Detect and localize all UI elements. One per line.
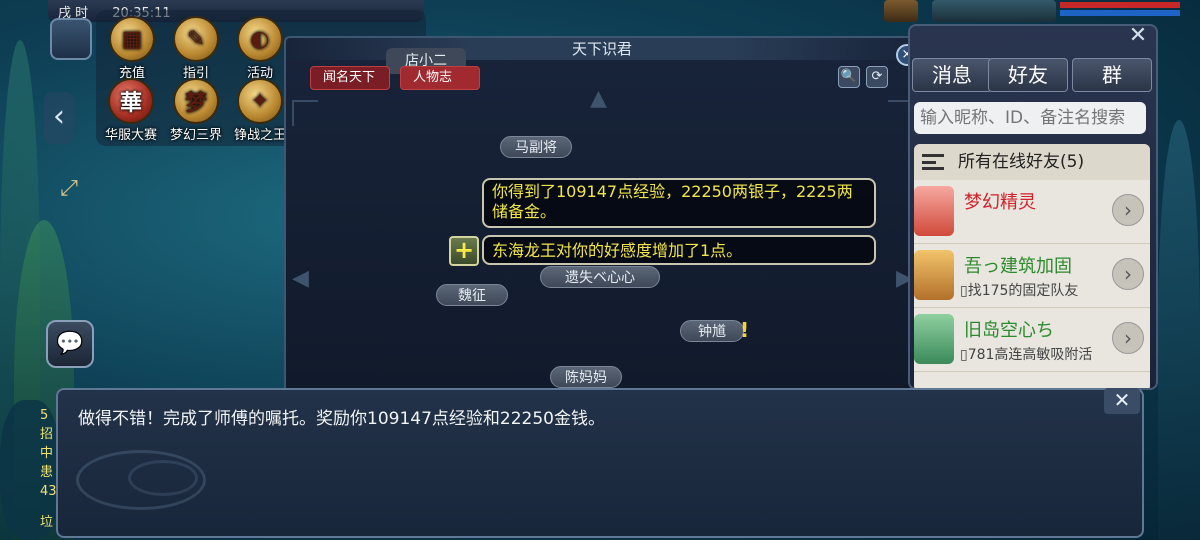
chevron-right-icon[interactable]: › — [1112, 322, 1144, 354]
plus-icon[interactable]: + — [449, 236, 479, 266]
frame-corner-tl — [292, 100, 318, 126]
three-realms-label: 梦幻三界 — [169, 128, 222, 143]
pet-portrait[interactable] — [884, 0, 918, 22]
window-title: 天下识君 — [286, 38, 918, 60]
recharge-icon: ▦ — [109, 16, 155, 62]
tab-friends[interactable]: 好友 — [988, 58, 1068, 92]
cloud-decoration-inner — [128, 460, 198, 496]
battle-king-label: 铮战之王 — [233, 128, 286, 143]
coral-right — [1158, 120, 1200, 540]
hp-bar — [1060, 2, 1180, 8]
chat-line: 43 — [40, 484, 57, 499]
battle-king-icon: ✦ — [237, 78, 283, 124]
arrow-left-icon: ◀ — [292, 266, 309, 291]
dialog-close-icon[interactable]: ✕ — [1104, 388, 1140, 414]
search-icon[interactable]: 🔍 — [838, 66, 860, 88]
npc-lost-heart[interactable]: 遗失ベ心心 — [540, 266, 660, 288]
guide-button[interactable]: ✎ 指引 — [166, 16, 226, 81]
menu-icon — [922, 154, 944, 170]
chat-line: 5 — [40, 408, 49, 423]
npc-ma-fujiang[interactable]: 马副将 — [500, 136, 572, 158]
chat-line: 招 — [40, 427, 54, 442]
dialog-text: 做得不错！完成了师傅的嘱托。奖励你109147点经验和22250金钱。 — [78, 409, 605, 429]
friend-signature: ▯781高连高敏吸附活 — [960, 347, 1093, 363]
bell-icon: ◐ — [237, 16, 283, 62]
npc-zhong-kui[interactable]: 钟馗 — [680, 320, 744, 342]
expand-icon[interactable]: ⤢ — [50, 170, 88, 208]
battle-king-button[interactable]: ✦ 铮战之王 — [228, 78, 292, 143]
player-avatar[interactable] — [50, 18, 92, 60]
exp-reward-notice: 你得到了109147点经验，22250两银子，2225两储备金。 — [482, 178, 876, 228]
three-realms-button[interactable]: 梦 梦幻三界 — [166, 78, 226, 143]
friend-row[interactable]: 梦幻精灵 › — [914, 180, 1150, 244]
chevron-right-icon[interactable]: › — [1112, 258, 1144, 290]
collapse-arrow-icon[interactable]: ‹ — [44, 92, 74, 144]
chevron-right-icon[interactable]: › — [1112, 194, 1144, 226]
friend-list-title: 所有在线好友(5) — [958, 152, 1085, 172]
friend-name: 梦幻精灵 — [964, 192, 1036, 213]
tab-messages[interactable]: 消息 — [912, 58, 992, 92]
friend-search-input[interactable] — [914, 102, 1146, 134]
friend-name: 旧岛空心ち — [964, 320, 1054, 341]
quest-alert-icon: ! — [740, 318, 750, 342]
friend-row[interactable]: 旧岛空心ち ▯781高连高敏吸附活 › — [914, 308, 1150, 372]
exp-reward-text: 你得到了109147点经验，22250两银子，2225两储备金。 — [492, 182, 853, 221]
chat-line: 患 — [40, 465, 54, 480]
fashion-icon: 華 — [108, 78, 154, 124]
friend-row[interactable]: 吾っ建筑加固 ▯找175的固定队友 › — [914, 244, 1150, 308]
three-realms-icon: 梦 — [173, 78, 219, 124]
arrow-up-icon: ▲ — [590, 86, 607, 111]
friend-avatar — [914, 186, 954, 236]
tab-biography[interactable]: 人物志 — [400, 66, 480, 90]
activity-button[interactable]: ◐ 活动 — [230, 16, 290, 81]
chat-log-fragment: 5 招 中 患 43 垃 — [40, 406, 57, 532]
scroll-icon: ✎ — [173, 16, 219, 62]
friends-panel: 消息 好友 群 所有在线好友(5) 梦幻精灵 › 吾っ建筑加固 ▯找175的固定… — [908, 24, 1158, 390]
target-portrait[interactable] — [932, 0, 1056, 22]
friend-signature: ▯找175的固定队友 — [960, 283, 1079, 299]
online-friend-list: 所有在线好友(5) 梦幻精灵 › 吾っ建筑加固 ▯找175的固定队友 › 旧岛空… — [914, 144, 1150, 388]
friend-name: 吾っ建筑加固 — [964, 256, 1072, 277]
tab-famous[interactable]: 闻名天下 — [310, 66, 390, 90]
npc-chen-mama[interactable]: 陈妈妈 — [550, 366, 622, 388]
chat-line: 垃 — [40, 515, 54, 530]
friend-avatar — [914, 314, 954, 364]
friends-close-icon[interactable]: ✕ — [1126, 24, 1150, 48]
chat-line: 中 — [40, 446, 54, 461]
fashion-contest-label: 华服大赛 — [104, 128, 157, 143]
recharge-button[interactable]: ▦ 充值 — [102, 16, 162, 81]
friend-avatar — [914, 250, 954, 300]
npc-dialog[interactable]: 做得不错！完成了师傅的嘱托。奖励你109147点经验和22250金钱。 — [56, 388, 1144, 538]
refresh-icon[interactable]: ⟳ — [866, 66, 888, 88]
favor-notice: 东海龙王对你的好感度增加了1点。 — [482, 235, 876, 265]
chat-icon[interactable]: 💬 — [46, 320, 94, 368]
mp-bar — [1060, 10, 1180, 16]
friend-list-header[interactable]: 所有在线好友(5) — [914, 144, 1150, 180]
favor-text: 东海龙王对你的好感度增加了1点。 — [492, 241, 743, 260]
npc-wei-zheng[interactable]: 魏征 — [436, 284, 508, 306]
top-right-hud — [884, 0, 1200, 24]
fashion-contest-button[interactable]: 華 华服大赛 — [98, 78, 164, 143]
tab-groups[interactable]: 群 — [1072, 58, 1152, 92]
